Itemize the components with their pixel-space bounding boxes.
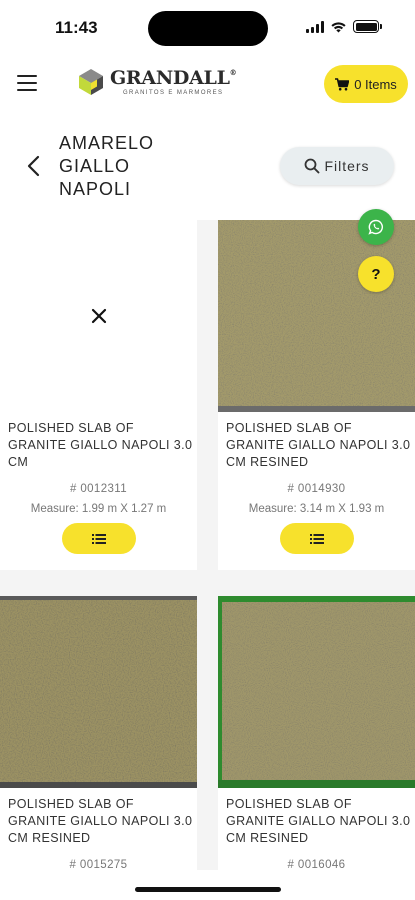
product-code: # 0016046 [287, 859, 346, 870]
menu-icon[interactable] [17, 75, 37, 91]
product-grid: POLISHED SLAB OF GRANITE GIALLO NAPOLI 3… [0, 220, 415, 870]
product-code: # 0015275 [69, 859, 128, 870]
cart-icon [335, 77, 350, 90]
page-title-line: GIALLO [59, 156, 131, 176]
app-bar: GRANDALL® GRANITOS E MARMORES 0 Items [0, 60, 415, 110]
granite-slab-image [0, 596, 197, 788]
home-indicator[interactable] [135, 887, 281, 892]
wifi-icon [331, 21, 346, 32]
product-details-button[interactable] [62, 523, 136, 554]
product-image[interactable] [218, 220, 415, 412]
product-card[interactable]: POLISHED SLAB OF GRANITE GIALLO NAPOLI 3… [0, 596, 197, 870]
product-code: # 0014930 [287, 483, 346, 495]
product-image[interactable] [0, 596, 197, 788]
product-name: POLISHED SLAB OF GRANITE GIALLO NAPOLI 3… [226, 421, 411, 469]
list-icon [92, 533, 106, 544]
brand-logo-mark [79, 69, 103, 95]
cart-button[interactable]: 0 Items [324, 65, 408, 103]
page-title-line: NAPOLI [59, 179, 132, 199]
battery-icon [353, 20, 382, 33]
product-card[interactable]: POLISHED SLAB OF GRANITE GIALLO NAPOLI 3… [0, 220, 197, 570]
brand-logo[interactable]: GRANDALL® GRANITOS E MARMORES [78, 66, 237, 96]
product-image[interactable] [218, 596, 415, 788]
brand-tagline: GRANITOS E MARMORES [122, 89, 224, 96]
search-icon [305, 158, 320, 174]
brand-name: GRANDALL® [110, 66, 237, 89]
title-row: AMARELO GIALLO NAPOLI Filters [0, 128, 415, 208]
product-card[interactable]: POLISHED SLAB OF GRANITE GIALLO NAPOLI 3… [218, 596, 415, 870]
page-title-line: AMARELO [59, 133, 155, 153]
whatsapp-icon [368, 219, 384, 235]
granite-slab-image [218, 220, 415, 412]
product-measure: Measure: 1.99 m X 1.27 m [30, 503, 167, 515]
granite-slab-image [218, 596, 415, 788]
home-bar [0, 870, 415, 900]
product-code: # 0012311 [69, 483, 128, 495]
status-time: 11:43 [55, 18, 98, 37]
help-icon: ? [371, 265, 381, 283]
product-measure: Measure: 3.14 m X 1.93 m [248, 503, 385, 515]
status-bar: 11:43 [0, 0, 415, 56]
back-icon[interactable] [25, 152, 43, 180]
dynamic-island [148, 11, 268, 46]
product-details-button[interactable] [280, 523, 354, 554]
page-title: AMARELO GIALLO NAPOLI [59, 132, 259, 201]
filters-label: Filters [324, 158, 370, 174]
product-image-missing[interactable] [0, 220, 197, 412]
cellular-signal-icon [306, 20, 324, 33]
help-button[interactable]: ? [358, 256, 394, 292]
product-name: POLISHED SLAB OF GRANITE GIALLO NAPOLI 3… [8, 421, 193, 469]
cart-label: 0 Items [354, 76, 397, 92]
close-icon [91, 308, 106, 324]
status-icons [306, 20, 382, 33]
list-icon [310, 533, 324, 544]
product-name: POLISHED SLAB OF GRANITE GIALLO NAPOLI 3… [8, 797, 193, 845]
filters-button[interactable]: Filters [280, 147, 394, 185]
product-name: POLISHED SLAB OF GRANITE GIALLO NAPOLI 3… [226, 797, 411, 845]
whatsapp-button[interactable] [358, 209, 394, 245]
